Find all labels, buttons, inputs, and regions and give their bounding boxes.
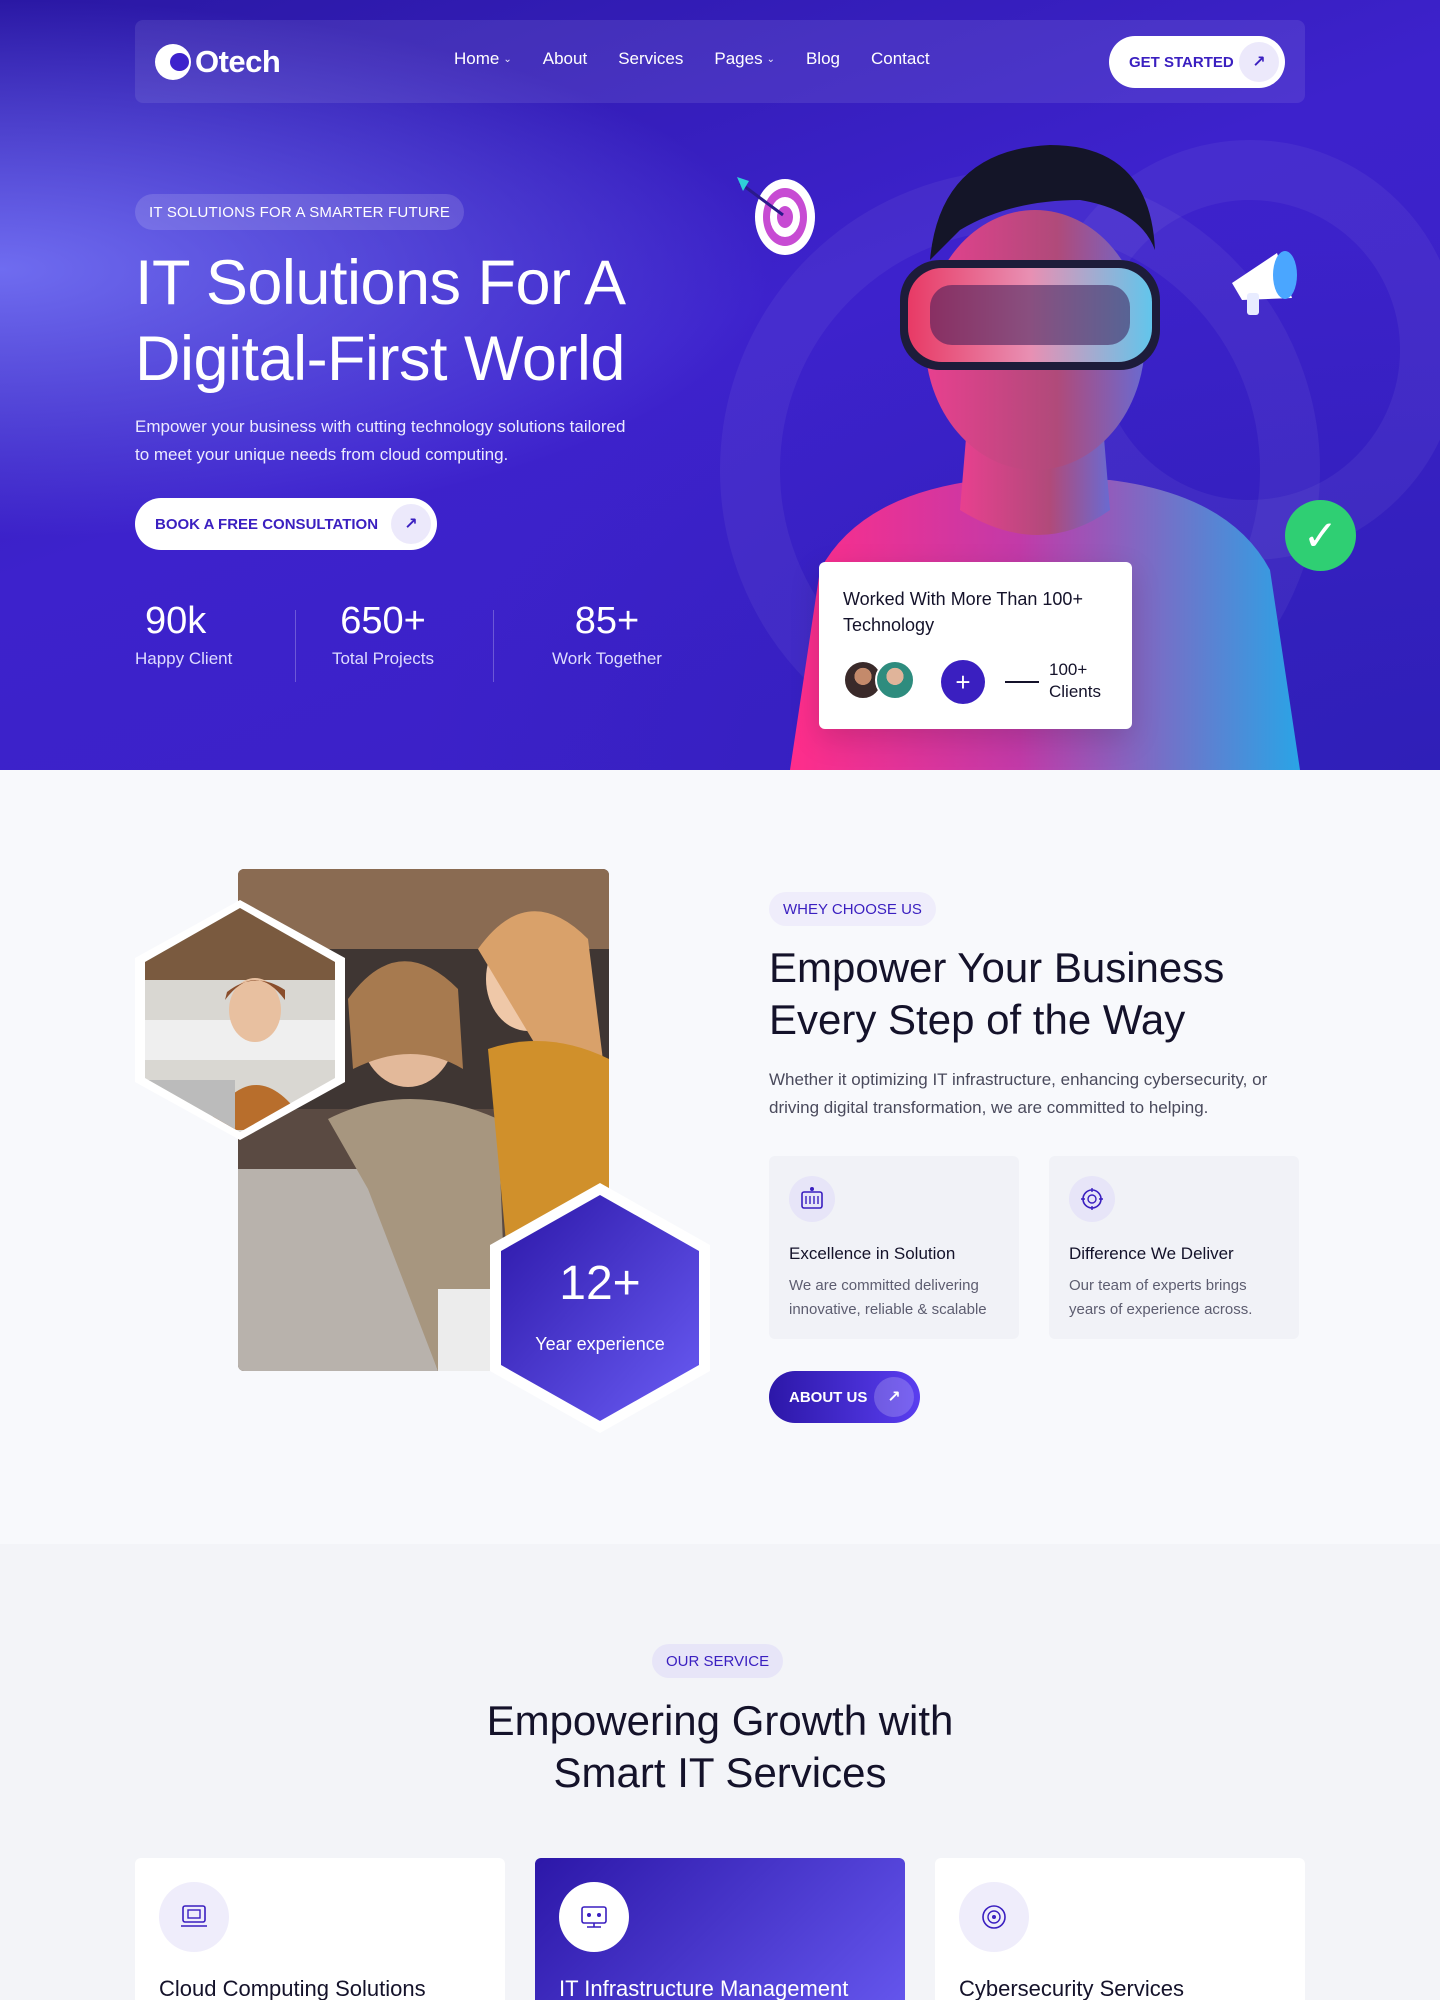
feature-description: We are committed delivering innovative, … bbox=[789, 1277, 987, 1318]
delivery-icon bbox=[1069, 1176, 1115, 1222]
get-started-button[interactable]: GET STARTED ↗ bbox=[1109, 36, 1285, 88]
service-name: Cybersecurity Services bbox=[959, 1976, 1184, 2000]
navbar: Otech Home ⌄ About Services Pages ⌄ Blog… bbox=[135, 20, 1305, 103]
chevron-down-icon: ⌄ bbox=[766, 53, 775, 65]
nav-link-pages[interactable]: Pages ⌄ bbox=[714, 49, 775, 69]
service-name: IT Infrastructure Management bbox=[559, 1976, 849, 2000]
plus-icon[interactable]: + bbox=[941, 660, 985, 704]
about-us-label: ABOUT US bbox=[789, 1388, 868, 1406]
feature-card-excellence: Excellence in Solution We are committed … bbox=[769, 1156, 1019, 1339]
nav-link-blog[interactable]: Blog bbox=[806, 49, 840, 69]
arrow-up-right-icon: ↗ bbox=[874, 1377, 914, 1417]
clients-count: 100+ Clients bbox=[1049, 659, 1101, 703]
book-consultation-label: BOOK A FREE CONSULTATION bbox=[155, 515, 379, 533]
feature-description: Our team of experts brings years of expe… bbox=[1069, 1277, 1253, 1318]
about-tag: WHEY CHOOSE US bbox=[769, 892, 936, 926]
stat-total-projects: 650+ Total Projects bbox=[296, 600, 470, 682]
hero-tag: IT SOLUTIONS FOR A SMARTER FUTURE bbox=[135, 194, 465, 230]
infrastructure-icon bbox=[559, 1882, 629, 1952]
logo-text: Otech bbox=[195, 43, 281, 79]
about-title-line: Every Step of the Way bbox=[769, 996, 1186, 1043]
clients-count-value: 100+ bbox=[1049, 660, 1088, 679]
nav-link-label: Blog bbox=[805, 49, 840, 68]
check-icon: ✓ bbox=[1285, 500, 1356, 571]
stat-value: 85+ bbox=[574, 600, 640, 642]
avatar bbox=[875, 660, 915, 700]
megaphone-icon bbox=[1232, 251, 1297, 315]
arrow-up-right-icon: ↗ bbox=[1239, 42, 1279, 82]
stat-happy-client: 90k Happy Client bbox=[135, 600, 243, 682]
nav-link-services[interactable]: Services bbox=[618, 49, 683, 69]
services-title-line: Smart IT Services bbox=[553, 1749, 887, 1796]
hero-title-line: IT Solutions For A bbox=[135, 248, 626, 318]
stat-label: Total Projects bbox=[331, 649, 435, 668]
nav-link-contact[interactable]: Contact bbox=[871, 49, 930, 69]
chevron-down-icon: ⌄ bbox=[503, 53, 512, 65]
service-card-infrastructure[interactable]: IT Infrastructure Management bbox=[535, 1858, 905, 2000]
hero-title-line: Digital-First World bbox=[135, 324, 625, 394]
feature-card-difference: Difference We Deliver Our team of expert… bbox=[1049, 1156, 1299, 1339]
nav-link-label: Services bbox=[618, 49, 684, 68]
hero-subtitle: Empower your business with cutting techn… bbox=[135, 417, 626, 464]
service-card-cybersecurity[interactable]: Cybersecurity Services bbox=[935, 1858, 1305, 2000]
about-title-line: Empower Your Business bbox=[769, 944, 1225, 991]
nav-link-label: Pages bbox=[714, 49, 763, 68]
book-consultation-button[interactable]: BOOK A FREE CONSULTATION ↗ bbox=[135, 498, 437, 550]
experience-label: Year experience bbox=[535, 1334, 665, 1354]
nav-link-about[interactable]: About bbox=[543, 49, 587, 69]
technology-card-title: Worked With More Than 100+ Technology bbox=[843, 589, 1083, 635]
nav-link-label: About bbox=[542, 49, 588, 68]
stat-work-together: 85+ Work Together bbox=[494, 600, 720, 682]
nav-link-label: Home bbox=[454, 49, 500, 68]
logo[interactable]: Otech bbox=[155, 43, 281, 80]
target-dart-icon bbox=[737, 177, 815, 255]
service-card-cloud[interactable]: Cloud Computing Solutions bbox=[135, 1858, 505, 2000]
nav-link-label: Contact bbox=[871, 49, 930, 68]
about-title: Empower Your Business Every Step of the … bbox=[769, 942, 1329, 1046]
stat-label: Work Together bbox=[552, 649, 662, 668]
services-title-line: Empowering Growth with bbox=[486, 1697, 954, 1744]
cloud-computing-icon bbox=[159, 1882, 229, 1952]
stat-value: 650+ bbox=[340, 600, 426, 642]
services-tag: OUR SERVICE bbox=[652, 1644, 784, 1678]
services-title: Empowering Growth with Smart IT Services bbox=[420, 1695, 1020, 1799]
nav-link-home[interactable]: Home ⌄ bbox=[454, 49, 512, 69]
feature-title: Excellence in Solution bbox=[789, 1244, 956, 1263]
service-name: Cloud Computing Solutions bbox=[159, 1976, 426, 2000]
hero-section: Otech Home ⌄ About Services Pages ⌄ Blog… bbox=[0, 0, 1440, 770]
divider-dash bbox=[1005, 681, 1039, 683]
get-started-label: GET STARTED bbox=[1129, 53, 1234, 71]
clients-count-label: Clients bbox=[1049, 682, 1101, 701]
technology-card: Worked With More Than 100+ Technology + … bbox=[819, 562, 1132, 729]
logo-mark-icon bbox=[155, 43, 191, 80]
solution-icon bbox=[789, 1176, 835, 1222]
stat-label: Happy Client bbox=[135, 649, 233, 668]
hero-title: IT Solutions For A Digital-First World bbox=[135, 245, 755, 397]
arrow-up-right-icon: ↗ bbox=[391, 504, 431, 544]
hero-stats: 90k Happy Client 650+ Total Projects 85+… bbox=[135, 600, 720, 682]
about-description: Whether it optimizing IT infrastructure,… bbox=[769, 1070, 1268, 1117]
about-us-button[interactable]: ABOUT US ↗ bbox=[769, 1371, 920, 1423]
feature-title: Difference We Deliver bbox=[1069, 1244, 1234, 1263]
experience-value: 12+ bbox=[559, 1257, 641, 1310]
hexagon-photo bbox=[135, 900, 345, 1140]
stat-value: 90k bbox=[145, 600, 207, 642]
cybersecurity-icon bbox=[959, 1882, 1029, 1952]
nav-links: Home ⌄ About Services Pages ⌄ Blog Conta… bbox=[454, 49, 930, 69]
